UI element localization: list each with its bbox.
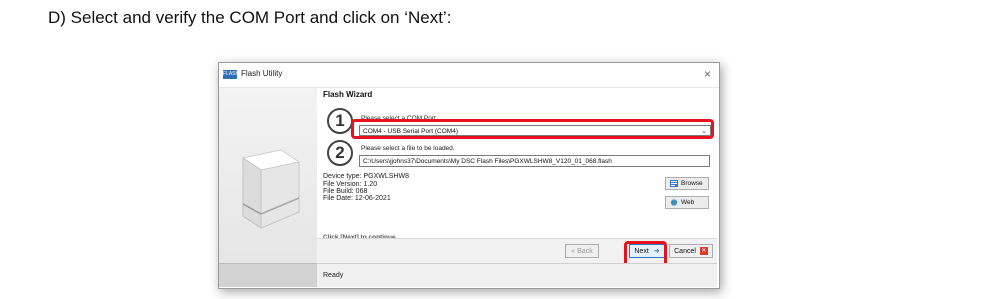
browse-label: Browse [681,180,703,187]
file-version: File Version: 1.20 [323,181,378,188]
title-bar: FLASH Flash Utility × [219,63,719,88]
device-type: Device type: PGXWLSHW8 [323,173,409,180]
browse-button[interactable]: Browse [665,177,709,190]
browse-icon [670,179,678,187]
file-label: Please select a file to be loaded. [361,145,455,152]
app-icon: FLASH [223,70,240,79]
step-1-badge: 1 [327,108,353,134]
web-button[interactable]: Web [665,196,709,209]
status-bar: Ready [317,263,717,287]
globe-icon [670,199,678,206]
file-date: File Date: 12-06-2021 [323,195,391,202]
step-2-badge: 2 [327,140,353,166]
com-port-highlight-box [351,119,714,139]
wizard-title: Flash Wizard [323,90,373,99]
file-build: File Build: 068 [323,188,368,195]
cancel-button[interactable]: Cancel ✕ [669,244,713,258]
web-label: Web [681,199,695,206]
instruction-text: D) Select and verify the COM Port and cl… [48,8,452,27]
device-image [241,149,301,229]
file-path-field[interactable]: C:\Users\jjohns37\Documents\My DSC Flash… [359,155,710,167]
cancel-label: Cancel [674,248,696,255]
status-text: Ready [323,272,344,279]
close-icon[interactable]: × [704,67,711,81]
device-image-panel [219,88,317,286]
cancel-icon: ✕ [699,247,708,256]
wizard-content: Flash Wizard 1 Please select a COM Port … [317,88,717,263]
back-button[interactable]: « Back [565,244,599,258]
window-title: Flash Utility [241,69,283,78]
flash-utility-window: FLASH Flash Utility × Flash Wizard 1 Ple… [218,62,720,289]
status-bar-left [219,263,317,287]
